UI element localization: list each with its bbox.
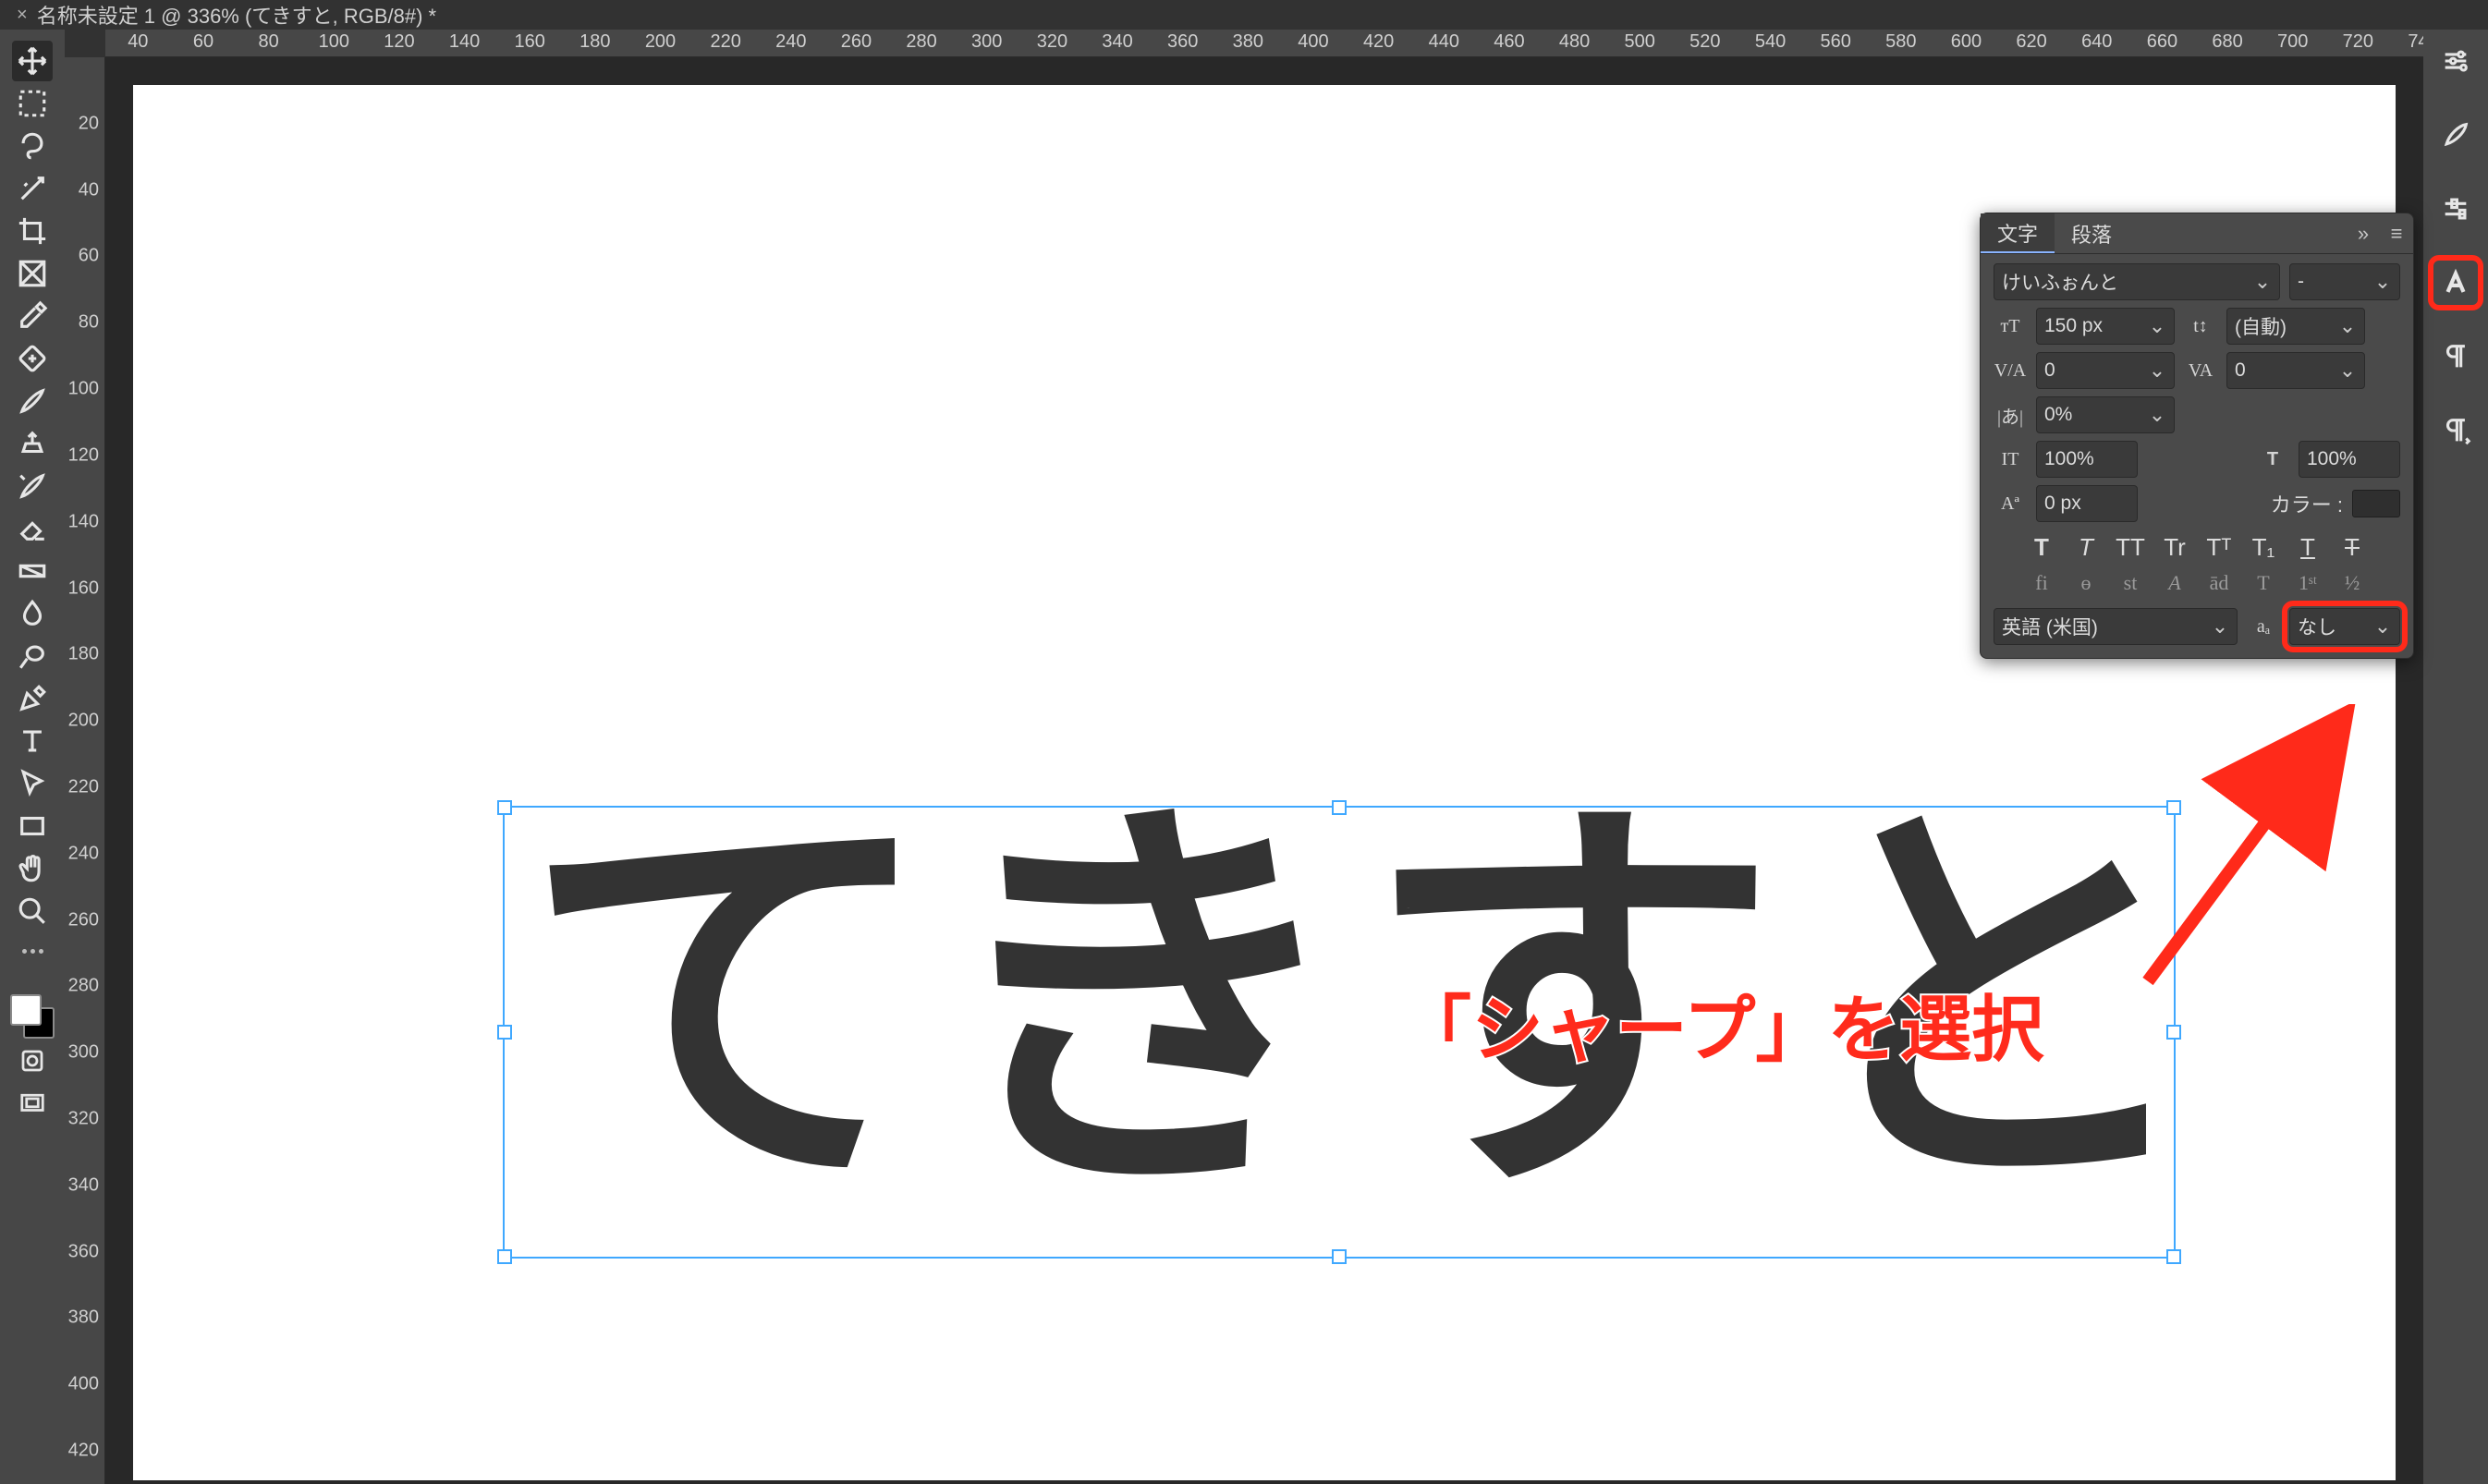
baseline-shift-input[interactable]: 0 px — [2036, 485, 2138, 522]
history-brush-tool[interactable] — [12, 466, 53, 506]
vertical-ruler[interactable]: 2040608010012014016018020022024026028030… — [65, 57, 105, 1484]
kerning-icon: V/A — [1994, 356, 2027, 385]
ot-ligatures-button[interactable]: fi — [2026, 571, 2057, 595]
ot-swash-button[interactable]: A — [2159, 571, 2190, 595]
ot-ordinals-button[interactable]: 1ˢᵗ — [2292, 571, 2323, 595]
magic-wand-tool[interactable] — [12, 168, 53, 209]
style-strike-button[interactable]: T — [2336, 533, 2368, 562]
brush-tool[interactable] — [12, 381, 53, 421]
ot-discretionary-button[interactable]: st — [2115, 571, 2146, 595]
style-italic-button[interactable]: T — [2070, 533, 2102, 562]
paragraph-panel-icon[interactable] — [2435, 336, 2476, 377]
rectangle-tool[interactable] — [12, 806, 53, 846]
type-tool[interactable] — [12, 721, 53, 761]
screen-mode-toggle[interactable] — [12, 1083, 53, 1124]
healing-brush-tool[interactable] — [12, 338, 53, 379]
baseline-shift-icon: Aª — [1994, 489, 2027, 518]
style-bold-button[interactable]: T — [2026, 533, 2057, 562]
crop-tool[interactable] — [12, 211, 53, 251]
vertical-scale-icon: IT — [1994, 444, 2027, 474]
settings-icon[interactable] — [2435, 41, 2476, 81]
ot-titling-button[interactable]: T — [2248, 571, 2279, 595]
character-panel[interactable]: 文字 段落 » ≡ けいふぉんと⌄ -⌄ тT 150 px⌄ t↕ (自動)⌄… — [1980, 213, 2414, 659]
zoom-tool[interactable] — [12, 891, 53, 931]
kerning-input[interactable]: 0⌄ — [2036, 352, 2175, 389]
panel-tabs: 文字 段落 » ≡ — [1981, 213, 2413, 254]
font-family-select[interactable]: けいふぉんと⌄ — [1994, 263, 2280, 300]
leading-input[interactable]: (自動)⌄ — [2226, 308, 2365, 345]
style-allcaps-button[interactable]: TT — [2115, 533, 2146, 562]
leading-icon: t↕ — [2184, 311, 2217, 341]
chevron-down-icon: ⌄ — [2373, 270, 2392, 294]
pen-tool[interactable] — [12, 678, 53, 719]
horizontal-scale-input[interactable]: 100% — [2299, 441, 2400, 478]
ot-stylistic-button[interactable]: ād — [2203, 571, 2235, 595]
quick-mask-toggle[interactable] — [12, 1040, 53, 1081]
ot-contextual-button[interactable]: ɵ — [2070, 571, 2102, 595]
clone-stamp-tool[interactable] — [12, 423, 53, 464]
lasso-tool[interactable] — [12, 126, 53, 166]
color-label: カラー : — [2271, 489, 2343, 518]
annotation-callout: 「シャープ」を選択 — [1399, 972, 2043, 1076]
opentype-buttons: fi ɵ st A ād T 1ˢᵗ ½ — [1994, 569, 2400, 595]
right-panel-strip — [2423, 30, 2488, 1484]
style-superscript-button[interactable]: Tᵀ — [2203, 533, 2235, 562]
antialias-icon: aₐ — [2247, 612, 2280, 641]
toolbar-more[interactable] — [12, 933, 53, 974]
style-smallcaps-button[interactable]: Tr — [2159, 533, 2190, 562]
eraser-tool[interactable] — [12, 508, 53, 549]
path-selection-tool[interactable] — [12, 763, 53, 804]
tool-strip — [0, 30, 65, 1484]
tracking-input[interactable]: 0⌄ — [2226, 352, 2365, 389]
tab-character[interactable]: 文字 — [1981, 213, 2055, 253]
eyedropper-tool[interactable] — [12, 296, 53, 336]
font-style-select[interactable]: -⌄ — [2289, 263, 2400, 300]
tab-paragraph[interactable]: 段落 — [2055, 213, 2128, 253]
glyphs-panel-icon[interactable] — [2435, 410, 2476, 451]
horizontal-ruler[interactable]: 4060801001201401601802002202402602803003… — [105, 30, 2423, 57]
chevron-down-icon: ⌄ — [2253, 270, 2272, 294]
style-subscript-button[interactable]: T₁ — [2248, 533, 2279, 562]
style-underline-button[interactable]: T — [2292, 533, 2323, 562]
marquee-tool[interactable] — [12, 83, 53, 124]
tracking-icon: VA — [2184, 356, 2217, 385]
move-tool[interactable] — [12, 41, 53, 81]
tsume-input[interactable]: 0%⌄ — [2036, 396, 2175, 433]
frame-tool[interactable] — [12, 253, 53, 294]
adjust-icon[interactable] — [2435, 189, 2476, 229]
type-style-buttons: T T TT Tr Tᵀ T₁ T T — [1994, 529, 2400, 562]
tsume-icon: |あ| — [1994, 400, 2027, 430]
brush-settings-icon[interactable] — [2435, 115, 2476, 155]
document-tab[interactable]: × 名称未設定 1 @ 336% (てきすと, RGB/8#) * — [0, 0, 453, 30]
close-tab-icon[interactable]: × — [17, 5, 28, 26]
panel-collapse-icon[interactable]: » — [2347, 222, 2380, 246]
vertical-scale-input[interactable]: 100% — [2036, 441, 2138, 478]
color-swatches[interactable] — [10, 994, 55, 1039]
document-tab-bar: × 名称未設定 1 @ 336% (てきすと, RGB/8#) * — [0, 0, 2488, 30]
dodge-tool[interactable] — [12, 636, 53, 676]
font-size-input[interactable]: 150 px⌄ — [2036, 308, 2175, 345]
font-size-icon: тT — [1994, 311, 2027, 341]
horizontal-scale-icon: T — [2256, 444, 2289, 474]
hand-tool[interactable] — [12, 848, 53, 889]
panel-menu-icon[interactable]: ≡ — [2380, 222, 2413, 246]
language-select[interactable]: 英語 (米国)⌄ — [1994, 608, 2238, 645]
ot-fractions-button[interactable]: ½ — [2336, 571, 2368, 595]
document-title: 名称未設定 1 @ 336% (てきすと, RGB/8#) * — [37, 0, 436, 30]
gradient-tool[interactable] — [12, 551, 53, 591]
text-color-swatch[interactable] — [2352, 490, 2400, 517]
antialias-select[interactable]: なし⌄ — [2289, 608, 2400, 645]
blur-tool[interactable] — [12, 593, 53, 634]
character-panel-icon[interactable] — [2435, 262, 2476, 303]
